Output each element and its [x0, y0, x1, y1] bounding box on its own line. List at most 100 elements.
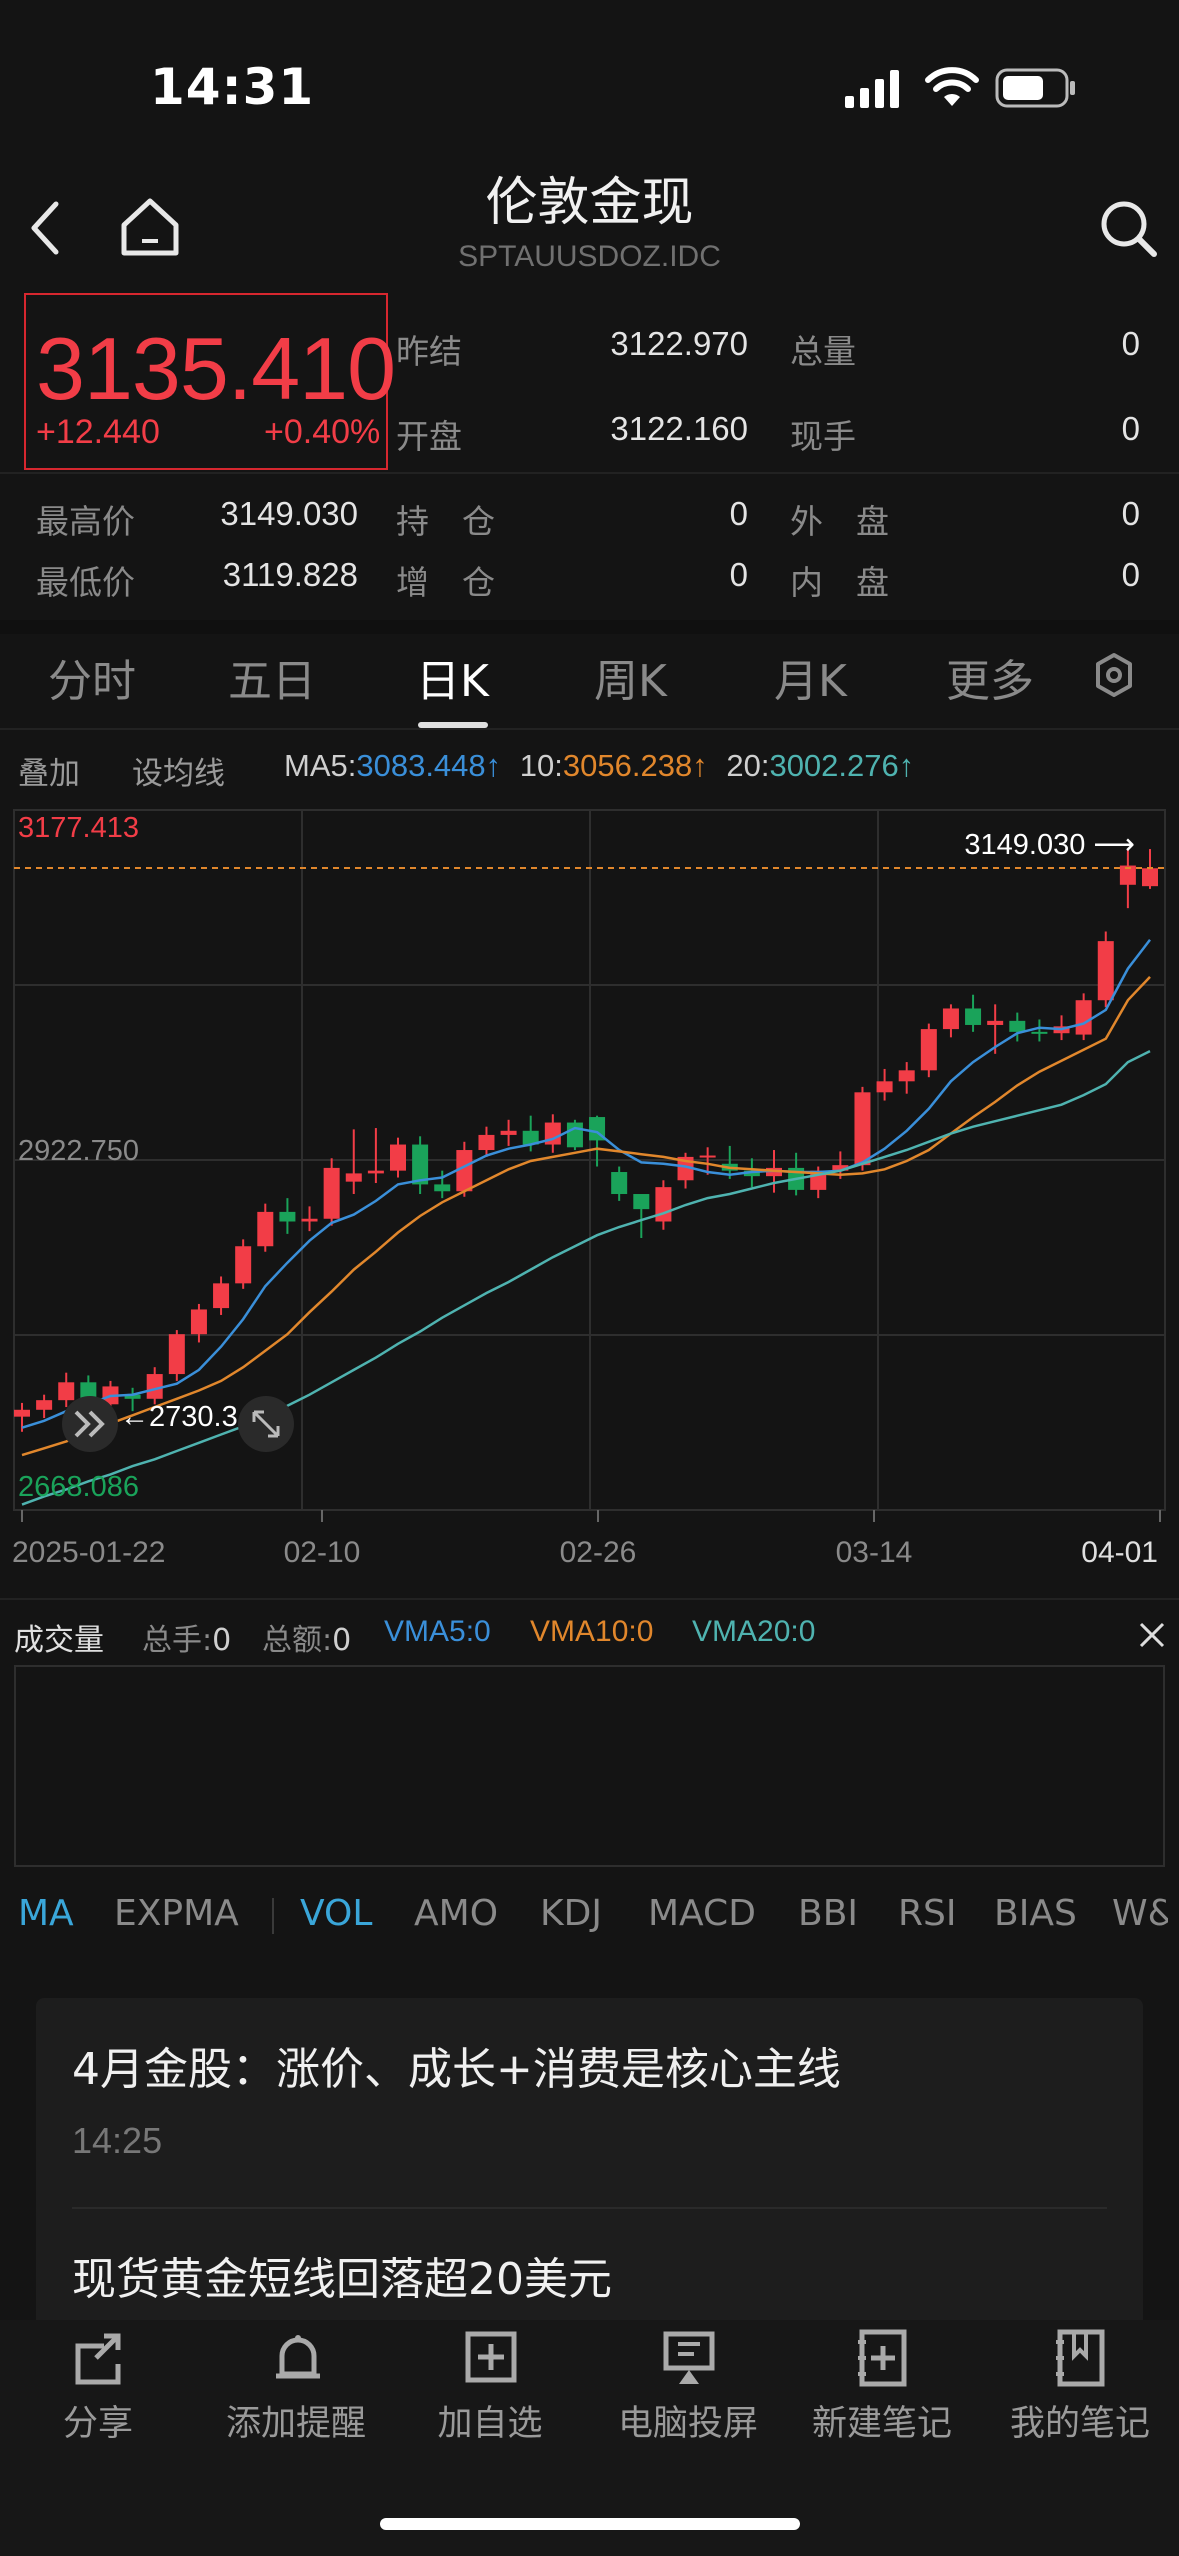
candle [146, 1367, 163, 1405]
my-notes-label[interactable]: 我的笔记 [980, 2395, 1179, 2446]
vma10: VMA10:0 [530, 1615, 654, 1648]
kline-chart[interactable]: 3177.413 2922.750 2668.086 3149.030 ⟶ ←2… [0, 800, 1179, 1580]
candle [390, 1137, 406, 1178]
ma20-label: 20: [726, 748, 770, 783]
value-outer: 0 [1121, 495, 1140, 532]
candle [412, 1136, 429, 1195]
add-alert-label[interactable]: 添加提醒 [196, 2395, 396, 2446]
candle [213, 1276, 230, 1315]
vma20: VMA20:0 [692, 1615, 816, 1648]
candle [1075, 993, 1092, 1041]
candle-body [1142, 868, 1158, 887]
tab-intraday[interactable]: 分时 [48, 645, 136, 709]
candle-body [478, 1134, 495, 1151]
indicator-bias[interactable]: BIAS [994, 1893, 1077, 1934]
candle-body [699, 1155, 716, 1158]
tab-daily-k[interactable]: 日K [416, 645, 489, 709]
add-watchlist-icon[interactable] [400, 2328, 580, 2388]
candle-body [1075, 1000, 1092, 1035]
candle [1031, 1019, 1048, 1042]
screen-cast-label[interactable]: 电脑投屏 [588, 2395, 788, 2446]
candle-body [146, 1374, 163, 1399]
volume-hands-label: 总手: [142, 1623, 213, 1658]
candle [367, 1128, 384, 1184]
indicator-ma[interactable]: MA [18, 1893, 74, 1934]
candle-body [942, 1008, 959, 1030]
volume-amount-value: 0 [332, 1623, 352, 1658]
value-low: 3119.828 [222, 556, 358, 593]
candle-body [58, 1382, 75, 1401]
my-notes-icon[interactable] [990, 2328, 1170, 2388]
low-marker: ←2730.3 [120, 1401, 238, 1433]
candle-body [566, 1122, 583, 1148]
value-inner: 0 [1121, 556, 1140, 593]
last-price: 3135.410 [36, 319, 396, 418]
candle-body [301, 1218, 318, 1222]
news-title-2[interactable]: 现货黄金短线回落超20美元 [72, 2243, 612, 2307]
tab-more[interactable]: 更多 [946, 645, 1034, 709]
new-note-label[interactable]: 新建笔记 [782, 2395, 982, 2446]
candle-body [920, 1029, 937, 1071]
tab-monthly-k[interactable]: 月K [774, 645, 847, 709]
overlay-button[interactable]: 叠加 [18, 748, 80, 793]
volume-amount-label: 总额: [262, 1623, 333, 1658]
news-time-1: 14:25 [72, 2120, 163, 2161]
y-label-mid: 2922.750 [18, 1135, 139, 1167]
collapse-icon[interactable] [62, 1396, 118, 1452]
news-title-1[interactable]: 4月金股：涨价、成长+消费是核心主线 [72, 2033, 841, 2097]
set-ma-button[interactable]: 设均线 [132, 748, 225, 793]
candle [345, 1129, 362, 1195]
settings-icon[interactable] [1092, 651, 1136, 699]
add-watchlist-label[interactable]: 加自选 [390, 2395, 590, 2446]
indicator-wr[interactable]: W& [1112, 1893, 1168, 1934]
tab-weekly-k[interactable]: 周K [594, 645, 667, 709]
value-total-volume: 0 [1121, 325, 1140, 362]
candle [478, 1126, 495, 1157]
ma5-label: MA5: [284, 748, 357, 783]
ma20-value: 3002.276↑ [769, 748, 915, 783]
battery-icon [995, 68, 1075, 108]
indicator-macd[interactable]: MACD [648, 1893, 756, 1934]
search-icon[interactable] [1096, 196, 1160, 260]
price-change: +12.440 [36, 413, 160, 451]
x-label-0: 2025-01-22 [12, 1536, 165, 1569]
candle-body [257, 1211, 274, 1247]
candle-body [854, 1092, 871, 1166]
candle [677, 1152, 694, 1189]
value-open-interest: 0 [729, 495, 748, 532]
divider [0, 1598, 1179, 1600]
new-note-icon[interactable] [792, 2328, 972, 2388]
indicator-divider [272, 1898, 274, 1934]
volume-title: 成交量 [14, 1623, 104, 1658]
candle [633, 1194, 650, 1238]
divider [0, 472, 1179, 474]
indicator-bbi[interactable]: BBI [798, 1893, 858, 1934]
indicator-amo[interactable]: AMO [414, 1893, 498, 1934]
share-icon[interactable] [8, 2328, 188, 2388]
expand-icon[interactable] [238, 1396, 294, 1452]
candle [611, 1166, 628, 1201]
candle [655, 1180, 672, 1230]
candle-body [390, 1144, 406, 1171]
bell-icon[interactable] [206, 2328, 386, 2388]
candle-body [345, 1173, 362, 1182]
indicator-rsi[interactable]: RSI [898, 1893, 956, 1934]
ma-line-10 [21, 976, 1151, 1457]
indicator-expma[interactable]: EXPMA [114, 1893, 239, 1934]
screen-cast-icon[interactable] [598, 2328, 778, 2388]
instrument-code: SPTAUUSDOZ.IDC [458, 240, 721, 273]
indicator-vol[interactable]: VOL [300, 1893, 372, 1934]
volume-amount: 总额:0 [262, 1615, 351, 1659]
tab-five-day[interactable]: 五日 [228, 645, 316, 709]
candle [301, 1206, 318, 1232]
value-prev-settle: 3122.970 [610, 325, 748, 362]
candle [257, 1203, 274, 1252]
section-gap [0, 620, 1179, 634]
close-icon[interactable] [1137, 1620, 1167, 1650]
indicator-kdj[interactable]: KDJ [540, 1893, 602, 1934]
candle-body [965, 1008, 982, 1025]
candle-body [190, 1309, 207, 1335]
share-label[interactable]: 分享 [0, 2395, 198, 2446]
candle-body [168, 1334, 185, 1375]
candle-body [987, 1020, 1004, 1025]
